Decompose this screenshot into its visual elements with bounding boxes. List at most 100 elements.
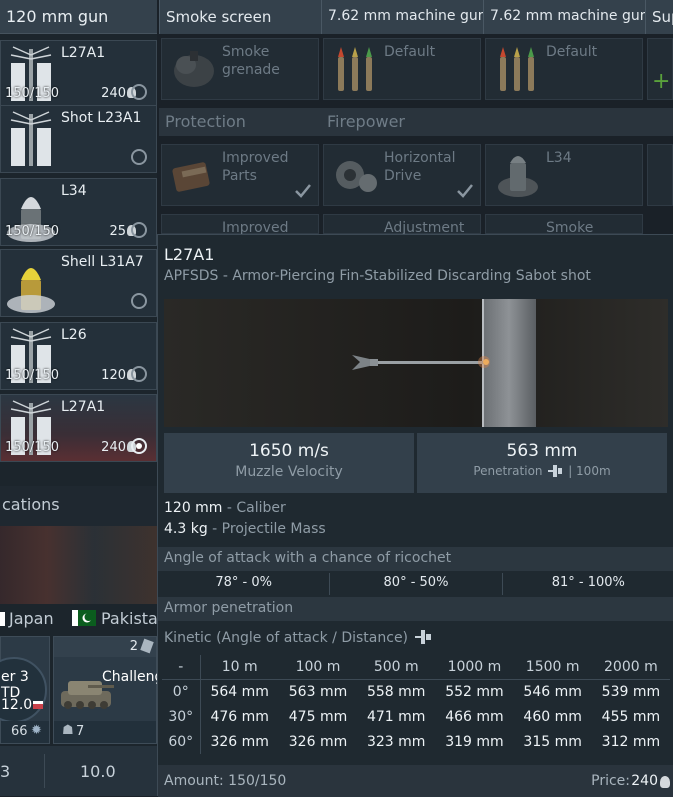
- price-label: Price:: [591, 773, 630, 789]
- support-slot[interactable]: +: [647, 38, 673, 100]
- ammo-price: 240: [101, 86, 126, 101]
- angle-cell: 0°: [162, 679, 201, 704]
- smoke-grenade-label: Smoke grenade: [222, 44, 280, 78]
- tooltip-footer: Amount: 150/150 Price: 240: [158, 765, 673, 797]
- penetration-cell: 546 mm: [523, 683, 582, 700]
- ricochet-cell: 78° - 0%: [158, 573, 331, 595]
- mg-ammo-icon: [500, 47, 534, 91]
- gear-drive-icon: [336, 161, 377, 192]
- mod-horizontal-drive[interactable]: Horizontal Drive: [323, 144, 481, 206]
- ammo-tooltip: L27A1 APFSDS - Armor-Piercing Fin-Stabil…: [157, 234, 673, 797]
- ammo-select-radio[interactable]: [131, 149, 147, 165]
- ammo-name: L34: [61, 183, 87, 199]
- mg-ammo-slot-1[interactable]: Default: [323, 38, 481, 100]
- price-value: 240: [631, 773, 658, 789]
- col-header: 1500 m: [513, 655, 592, 680]
- caliber-value: 120 mm: [164, 500, 223, 516]
- ammo-price: 120: [101, 368, 126, 383]
- penetration-cell: 326 mm: [288, 733, 348, 750]
- kinetic-label: Kinetic (Angle of attack / Distance): [164, 630, 409, 646]
- vehicle-badge: 2: [54, 637, 156, 657]
- penetration-cell: 319 mm: [445, 733, 504, 750]
- shell-icon: [7, 268, 55, 313]
- cations-label: cations: [2, 495, 60, 514]
- col-header: 10 m: [200, 655, 279, 680]
- penetration-cell: 476 mm: [210, 708, 269, 725]
- table-header-row: - 10 m 100 m 500 m 1000 m 1500 m 2000 m: [162, 655, 670, 680]
- ammo-slot[interactable]: L26 150/150 120: [0, 322, 157, 390]
- vehicle-footer: 66 ✹: [1, 721, 49, 743]
- mod-improved-parts[interactable]: Improved Parts: [161, 144, 319, 206]
- mod-label: Horizontal Drive: [384, 150, 456, 184]
- cations-section: cations: [0, 486, 157, 526]
- ammo-slot[interactable]: L34 150/150 25: [0, 178, 157, 246]
- ricochet-row: 78° - 0% 80° - 50% 81° - 100%: [158, 573, 673, 595]
- support-header[interactable]: Sup: [645, 0, 673, 34]
- ammo-name: L26: [61, 327, 87, 343]
- col-header: 2000 m: [591, 655, 670, 680]
- smoke-grenade-slot[interactable]: Smoke grenade: [161, 38, 319, 100]
- card-icon: [140, 638, 154, 654]
- nation-tabs: Japan Pakista: [0, 604, 158, 634]
- ammo-select-radio[interactable]: [131, 222, 147, 238]
- ammo-select-radio[interactable]: [131, 366, 147, 382]
- ammo-name: Shot L23A1: [61, 110, 142, 126]
- penetration-label: Penetration: [473, 464, 543, 478]
- ammo-amount: 150/150: [5, 224, 60, 239]
- ammo-slot[interactable]: L27A1 150/150 240: [0, 40, 157, 108]
- mod-improved-fpe[interactable]: Improved FPE: [161, 214, 319, 254]
- muzzle-velocity-value: 1650 m/s: [249, 441, 329, 461]
- mg-header-2[interactable]: 7.62 mm machine gun: [483, 0, 645, 34]
- ammo-price: 25: [109, 224, 126, 239]
- mg-header-1[interactable]: 7.62 mm machine gun: [321, 0, 483, 34]
- mod-smoke[interactable]: Smoke: [485, 214, 643, 236]
- mod-l34[interactable]: L34: [485, 144, 643, 206]
- bottom-value-2: 10.0: [80, 762, 116, 781]
- checkmark-icon: [457, 184, 473, 198]
- ammo-select-radio[interactable]: [131, 84, 147, 100]
- shell-icon: [498, 156, 538, 197]
- blurred-background: [0, 526, 157, 604]
- japan-flag-icon: [0, 612, 5, 626]
- penetration-cell: 563 mm: [288, 683, 348, 700]
- ammo-price: 240: [101, 440, 126, 455]
- mass-prop: 4.3 kg - Projectile Mass: [164, 521, 326, 537]
- col-header: 1000 m: [435, 655, 514, 680]
- nation-tab-japan[interactable]: Japan: [9, 609, 54, 628]
- tooltip-title: L27A1: [164, 245, 215, 264]
- penetration-table: - 10 m 100 m 500 m 1000 m 1500 m 2000 m …: [162, 655, 670, 754]
- ricochet-title: Angle of attack with a chance of ricoche…: [158, 547, 673, 571]
- ammo-slot[interactable]: Shell L31A7: [0, 249, 157, 317]
- tooltip-subtitle: APFSDS - Armor-Piercing Fin-Stabilized D…: [164, 268, 591, 284]
- ammo-amount: 150/150: [5, 368, 60, 383]
- bottom-value-1: 3: [0, 762, 11, 781]
- crew-icon: ☗: [62, 723, 74, 738]
- ammo-slot[interactable]: L27A1 150/150 240: [0, 394, 157, 462]
- penetration-visualization: [164, 299, 668, 427]
- vehicle-card-2[interactable]: 2 Challeng ☗ 7: [53, 636, 163, 744]
- penetration-cell: 539 mm: [601, 683, 661, 700]
- protection-section-title: Protection: [159, 108, 321, 136]
- ammo-select-radio[interactable]: [131, 438, 147, 454]
- pakistan-flag-icon: [72, 610, 96, 626]
- angle-cell: 30°: [162, 704, 201, 729]
- ammo-slot[interactable]: Shot L23A1: [0, 105, 157, 173]
- mod-adjustment[interactable]: Adjustment of: [323, 214, 481, 254]
- ricochet-cell: 81° - 100%: [551, 575, 625, 590]
- smoke-screen-header[interactable]: Smoke screen: [159, 0, 321, 34]
- nation-tab-pakistan[interactable]: Pakista: [101, 609, 158, 628]
- penetration-cell: 326 mm: [210, 733, 269, 750]
- ammo-amount: 150/150: [5, 86, 60, 101]
- armor-angle-icon: [415, 630, 432, 644]
- table-row: 0° 564 mm 563 mm 558 mm 552 mm 546 mm 539 mm: [162, 679, 670, 704]
- mg-ammo-label: Default: [384, 44, 436, 60]
- penetration-cell: 315 mm: [523, 733, 582, 750]
- mg-ammo-label: Default: [546, 44, 598, 60]
- mg-ammo-slot-2[interactable]: Default: [485, 38, 643, 100]
- mod-extra[interactable]: [647, 144, 673, 206]
- ammo-name: Shell L31A7: [61, 254, 144, 270]
- ammo-column-header: 120 mm gun: [0, 0, 157, 34]
- ammo-select-radio[interactable]: [131, 293, 147, 309]
- add-icon: +: [652, 69, 671, 94]
- vehicle-card-1[interactable]: er 3 TD 12.0 66 ✹: [0, 636, 50, 744]
